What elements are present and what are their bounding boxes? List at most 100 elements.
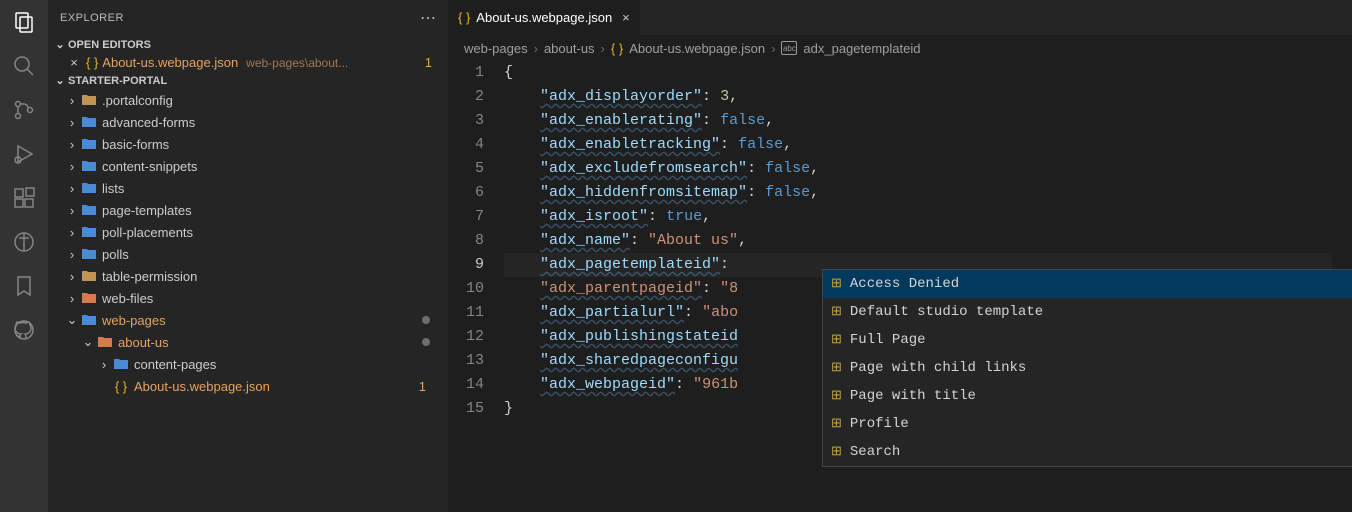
autocomplete-popup[interactable]: ⊞ Access Denied⊞Default studio template⊞F… xyxy=(822,269,1352,467)
autocomplete-item[interactable]: ⊞Full Page xyxy=(823,326,1352,354)
bookmark-icon[interactable] xyxy=(10,272,38,300)
close-icon[interactable]: × xyxy=(622,10,630,25)
autocomplete-item[interactable]: ⊞ Page with title xyxy=(823,382,1352,410)
code-editor[interactable]: 123456789101112131415 { "adx_displayorde… xyxy=(448,61,1352,512)
powerapps-icon[interactable] xyxy=(10,228,38,256)
chevron-right-icon: › xyxy=(601,41,605,56)
autocomplete-item[interactable]: ⊞ Page with child links xyxy=(823,354,1352,382)
breadcrumb[interactable]: web-pages › about-us › { } About-us.webp… xyxy=(448,35,1352,61)
autocomplete-label: Page with title xyxy=(850,384,976,408)
tree-item[interactable]: ›table-permission xyxy=(48,265,448,287)
project-label: STARTER-PORTAL xyxy=(68,75,167,87)
breadcrumb-part[interactable]: about-us xyxy=(544,41,595,56)
chevron-right-icon: › xyxy=(64,181,80,196)
chevron-right-icon: › xyxy=(534,41,538,56)
snippet-icon: ⊞ xyxy=(831,272,842,296)
open-editors-label: OPEN EDITORS xyxy=(68,39,151,51)
tree-item-label: About-us.webpage.json xyxy=(134,379,270,394)
tab-active[interactable]: { } About-us.webpage.json × xyxy=(448,0,640,35)
snippet-icon: ⊞ xyxy=(831,384,842,408)
code-line[interactable]: "adx_excludefromsearch": false, xyxy=(504,157,1332,181)
code-line[interactable]: "adx_enabletracking": false, xyxy=(504,133,1332,157)
tree-item[interactable]: ›web-files xyxy=(48,287,448,309)
json-icon: { } xyxy=(86,55,98,70)
folder-icon xyxy=(80,225,98,239)
project-header[interactable]: ⌄ STARTER-PORTAL xyxy=(48,72,448,89)
tree-item-label: table-permission xyxy=(102,269,197,284)
tree-item[interactable]: ⌄about-us xyxy=(48,331,448,353)
editor-item-errors: 1 xyxy=(425,55,440,70)
close-icon[interactable]: × xyxy=(66,55,82,70)
breadcrumb-part[interactable]: About-us.webpage.json xyxy=(629,41,765,56)
code-line[interactable]: "adx_hiddenfromsitemap": false, xyxy=(504,181,1332,205)
json-icon: { } xyxy=(458,10,470,25)
autocomplete-item[interactable]: ⊞Search xyxy=(823,438,1352,466)
folder-icon xyxy=(80,203,98,217)
tree-item-label: web-pages xyxy=(102,313,166,328)
github-icon[interactable] xyxy=(10,316,38,344)
extensions-icon[interactable] xyxy=(10,184,38,212)
more-icon[interactable]: ⋯ xyxy=(420,8,436,28)
sidebar: EXPLORER ⋯ ⌄ OPEN EDITORS × { } About-us… xyxy=(48,0,448,512)
tree-item[interactable]: ›content-snippets xyxy=(48,155,448,177)
code-line[interactable]: { xyxy=(504,61,1332,85)
tree-item[interactable]: ›polls xyxy=(48,243,448,265)
tree-item[interactable]: { }About-us.webpage.json1 xyxy=(48,375,448,397)
chevron-right-icon: › xyxy=(64,137,80,152)
code-content[interactable]: { "adx_displayorder": 3, "adx_enablerati… xyxy=(504,61,1332,512)
source-control-icon[interactable] xyxy=(10,96,38,124)
snippet-icon: ⊞ xyxy=(831,356,842,380)
activity-bar xyxy=(0,0,48,512)
tree-item[interactable]: ›poll-placements xyxy=(48,221,448,243)
code-line[interactable]: "adx_displayorder": 3, xyxy=(504,85,1332,109)
tree-item-label: web-files xyxy=(102,291,153,306)
chevron-down-icon: ⌄ xyxy=(52,38,68,51)
tab-label: About-us.webpage.json xyxy=(476,10,612,25)
breadcrumb-part[interactable]: adx_pagetemplateid xyxy=(803,41,920,56)
tree-item[interactable]: › .portalconfig xyxy=(48,89,448,111)
autocomplete-label: Page with child links xyxy=(850,356,1026,380)
modified-dot-icon xyxy=(422,338,430,346)
tree-item[interactable]: ›advanced-forms xyxy=(48,111,448,133)
chevron-right-icon: › xyxy=(64,203,80,218)
folder-icon xyxy=(80,247,98,261)
folder-icon xyxy=(80,137,98,151)
explorer-icon[interactable] xyxy=(10,8,38,36)
search-icon[interactable] xyxy=(10,52,38,80)
modified-dot-icon xyxy=(422,316,430,324)
line-gutter: 123456789101112131415 xyxy=(448,61,504,512)
autocomplete-label: Profile xyxy=(850,412,909,436)
open-editor-item[interactable]: × { } About-us.webpage.json web-pages\ab… xyxy=(48,53,448,72)
json-icon: { } xyxy=(112,379,130,394)
code-line[interactable]: "adx_enablerating": false, xyxy=(504,109,1332,133)
code-line[interactable]: "adx_isroot": true, xyxy=(504,205,1332,229)
breadcrumb-part[interactable]: web-pages xyxy=(464,41,528,56)
run-debug-icon[interactable] xyxy=(10,140,38,168)
tree-item-label: content-pages xyxy=(134,357,216,372)
chevron-down-icon: ⌄ xyxy=(64,312,80,328)
tree-item[interactable]: ›basic-forms xyxy=(48,133,448,155)
folder-icon xyxy=(80,93,98,107)
tree-item-label: .portalconfig xyxy=(102,93,173,108)
autocomplete-item[interactable]: ⊞ Profile xyxy=(823,410,1352,438)
tree-item[interactable]: ›page-templates xyxy=(48,199,448,221)
snippet-icon: ⊞ xyxy=(831,440,842,464)
tree-item[interactable]: ⌄ web-pages xyxy=(48,309,448,331)
chevron-right-icon: › xyxy=(771,41,775,56)
open-editors-header[interactable]: ⌄ OPEN EDITORS xyxy=(48,36,448,53)
chevron-right-icon: › xyxy=(64,247,80,262)
autocomplete-label: Access Denied xyxy=(850,272,959,296)
tree-item[interactable]: ›lists xyxy=(48,177,448,199)
code-line[interactable]: "adx_name": "About us", xyxy=(504,229,1332,253)
chevron-down-icon: ⌄ xyxy=(52,74,68,87)
autocomplete-item[interactable]: ⊞Default studio template xyxy=(823,298,1352,326)
folder-icon xyxy=(80,291,98,305)
autocomplete-item[interactable]: ⊞ Access Denied xyxy=(823,270,1352,298)
snippet-icon: ⊞ xyxy=(831,412,842,436)
chevron-down-icon: ⌄ xyxy=(80,334,96,350)
chevron-right-icon: › xyxy=(96,357,112,372)
chevron-right-icon: › xyxy=(64,93,80,108)
tree-item[interactable]: › content-pages xyxy=(48,353,448,375)
editor-item-name: About-us.webpage.json xyxy=(102,55,238,70)
tree-item-label: content-snippets xyxy=(102,159,197,174)
